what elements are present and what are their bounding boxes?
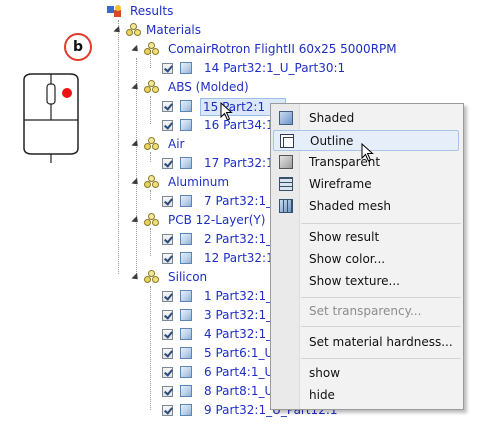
- part-label: 6 Part4:1_U: [204, 365, 274, 379]
- menu-item-shaded[interactable]: Shaded: [273, 108, 459, 129]
- menu-item-label: Set transparency...: [309, 304, 422, 318]
- step-badge-letter: b: [72, 39, 84, 55]
- transparent-cube-icon: [279, 155, 293, 169]
- part-cube-icon: [180, 404, 192, 416]
- part-checkbox[interactable]: [162, 158, 173, 169]
- expand-arrow-icon[interactable]: [131, 44, 141, 55]
- tree-node-materials-label: Materials: [146, 23, 202, 37]
- menu-item-label: Show color...: [309, 252, 386, 266]
- material-icon: [144, 42, 160, 56]
- part-checkbox[interactable]: [162, 101, 173, 112]
- expand-arrow-icon[interactable]: [131, 82, 141, 93]
- expand-arrow-icon[interactable]: [131, 272, 141, 283]
- part-checkbox[interactable]: [162, 120, 173, 131]
- menu-item-label: Outline: [310, 134, 354, 148]
- menu-item-label: Shaded: [309, 111, 355, 125]
- part-cube-icon: [180, 290, 192, 302]
- expand-arrow-icon[interactable]: [131, 215, 141, 226]
- material-icon: [144, 175, 160, 189]
- menu-item-label: show: [309, 366, 341, 380]
- part-label: 8 Part8:1_U: [204, 384, 274, 398]
- tree-group-label: Aluminum: [168, 175, 230, 189]
- menu-separator: [301, 358, 461, 359]
- part-checkbox[interactable]: [162, 310, 173, 321]
- mouse-pointer-icon: [361, 143, 374, 162]
- part-cube-icon: [180, 62, 192, 74]
- part-cube-icon: [180, 119, 192, 131]
- part-cube-icon: [180, 328, 192, 340]
- menu-item-show-result[interactable]: Show result: [273, 227, 459, 248]
- part-checkbox[interactable]: [162, 348, 173, 359]
- menu-item-label: Wireframe: [309, 177, 372, 191]
- materials-icon: [126, 23, 142, 37]
- material-icon: [144, 270, 160, 284]
- part-cube-icon: [180, 195, 192, 207]
- tree-root-label: Results: [130, 4, 174, 18]
- part-cube-icon: [180, 100, 192, 112]
- part-checkbox[interactable]: [162, 63, 173, 74]
- part-label: 12 Part32:1_: [204, 251, 280, 265]
- part-label: 14 Part32:1_U_Part30:1: [204, 61, 346, 75]
- part-checkbox[interactable]: [162, 291, 173, 302]
- part-label: 16 Part34:1_: [204, 118, 280, 132]
- shaded-cube-icon: [279, 111, 293, 125]
- tree-group-label: ABS (Molded): [168, 80, 249, 94]
- menu-item-wireframe[interactable]: Wireframe: [273, 174, 459, 195]
- tree-group-label: Air: [168, 137, 185, 151]
- part-checkbox[interactable]: [162, 405, 173, 416]
- part-cube-icon: [180, 233, 192, 245]
- part-label: 5 Part6:1_U: [204, 346, 274, 360]
- shaded-mesh-icon: [279, 199, 293, 213]
- step-badge: b: [64, 33, 92, 61]
- part-checkbox[interactable]: [162, 329, 173, 340]
- material-icon: [144, 80, 160, 94]
- mouse-right-click-icon: [23, 73, 79, 163]
- menu-separator: [301, 223, 461, 224]
- expand-arrow-icon[interactable]: [113, 25, 123, 36]
- menu-item-label: Show result: [309, 230, 380, 244]
- menu-item-label: Shaded mesh: [309, 199, 391, 213]
- material-icon: [144, 213, 160, 227]
- menu-item-label: Set material hardness...: [309, 335, 453, 349]
- part-cube-icon: [180, 347, 192, 359]
- results-icon: [107, 5, 121, 17]
- part-checkbox[interactable]: [162, 196, 173, 207]
- menu-separator: [301, 297, 461, 298]
- part-checkbox[interactable]: [162, 386, 173, 397]
- part-cube-icon: [180, 252, 192, 264]
- tree-group-label: ComairRotron FlightII 60x25 5000RPM: [168, 42, 397, 56]
- menu-item-show-color[interactable]: Show color...: [273, 249, 459, 270]
- menu-item-show-texture[interactable]: Show texture...: [273, 271, 459, 292]
- tree-group-label: Silicon: [168, 270, 208, 284]
- part-checkbox[interactable]: [162, 367, 173, 378]
- part-checkbox[interactable]: [162, 253, 173, 264]
- menu-item-set-transparency: Set transparency...: [273, 301, 459, 322]
- expand-arrow-icon[interactable]: [131, 177, 141, 188]
- part-cube-icon: [180, 157, 192, 169]
- menu-item-show[interactable]: show: [273, 363, 459, 384]
- menu-separator: [301, 326, 461, 327]
- menu-item-shaded-mesh[interactable]: Shaded mesh: [273, 196, 459, 217]
- menu-item-hide[interactable]: hide: [273, 385, 459, 406]
- tree-group-label: PCB 12-Layer(Y): [168, 213, 266, 227]
- menu-item-label: Show texture...: [309, 274, 400, 288]
- material-icon: [144, 137, 160, 151]
- part-label: 17 Part32:1: [204, 156, 274, 170]
- part-cube-icon: [180, 366, 192, 378]
- part-cube-icon: [180, 309, 192, 321]
- part-checkbox[interactable]: [162, 234, 173, 245]
- outline-cube-icon: [280, 134, 294, 148]
- part-cube-icon: [180, 385, 192, 397]
- expand-arrow-icon[interactable]: [131, 139, 141, 150]
- wireframe-cube-icon: [279, 177, 293, 191]
- menu-item-set-material-hardness[interactable]: Set material hardness...: [273, 332, 459, 353]
- menu-item-label: hide: [309, 388, 335, 402]
